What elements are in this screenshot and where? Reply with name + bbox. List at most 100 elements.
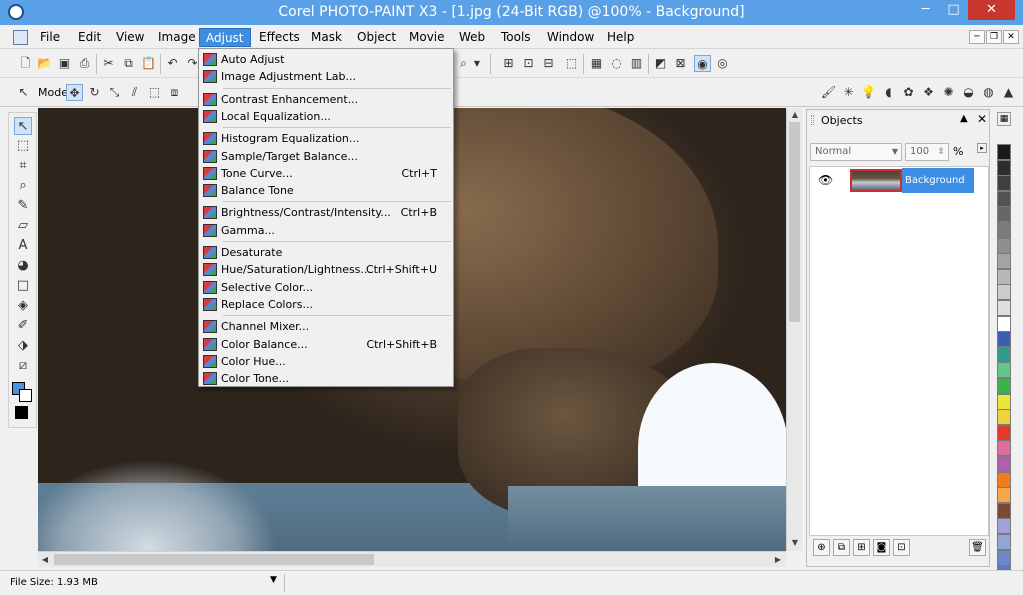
palette-swatch[interactable]	[997, 346, 1011, 363]
docker-flyout-icon[interactable]: ▸	[977, 143, 987, 153]
palette-swatch[interactable]	[997, 362, 1011, 379]
save-icon[interactable]: ▣	[56, 55, 73, 72]
menu-file[interactable]: File	[34, 28, 66, 47]
palette-swatch[interactable]	[997, 331, 1011, 348]
zoom-dropdown-icon[interactable]: ▼	[472, 55, 482, 72]
background-color-swatch[interactable]	[19, 389, 32, 402]
ink-drop-icon[interactable]: ◍	[980, 84, 997, 101]
layer-name[interactable]: Background	[902, 168, 974, 193]
palette-swatch[interactable]	[997, 190, 1011, 207]
menu-window[interactable]: Window	[541, 28, 600, 47]
artistic-icon[interactable]: ✺	[940, 84, 957, 101]
show-marquee-icon[interactable]: ▦	[588, 55, 605, 72]
clone-tool-icon[interactable]: ⧄	[14, 357, 32, 375]
rectangle-tool-icon[interactable]: □	[14, 277, 32, 295]
cut-icon[interactable]: ✂	[100, 55, 117, 72]
paste-icon[interactable]: 📋	[140, 55, 157, 72]
menu-view[interactable]: View	[110, 28, 150, 47]
adjust-menu-item[interactable]: Image Adjustment Lab...	[199, 68, 453, 85]
skew-mode-icon[interactable]: ⫽	[126, 84, 143, 101]
layer-thumbnail[interactable]	[850, 169, 902, 192]
close-button[interactable]: ✕	[968, 0, 1015, 20]
menu-object[interactable]: Object	[351, 28, 402, 47]
palette-swatch[interactable]	[997, 456, 1011, 472]
object-group-icon[interactable]: ⊟	[540, 55, 557, 72]
perspective-mode-icon[interactable]: ⧈	[166, 84, 183, 101]
mask-overlay-icon[interactable]: ◌	[608, 55, 625, 72]
mask-brush-icon[interactable]: ⬚	[563, 55, 580, 72]
vertical-scrollbar[interactable]: ▲ ▼	[786, 108, 802, 551]
palette-swatch[interactable]	[997, 253, 1011, 270]
palette-swatch[interactable]	[997, 175, 1011, 192]
adjust-menu-item[interactable]: Contrast Enhancement...	[199, 91, 453, 108]
text-tool-icon[interactable]: A	[14, 237, 32, 255]
scroll-left-arrow-icon[interactable]: ◀	[38, 553, 52, 567]
palette-swatch[interactable]	[997, 378, 1011, 394]
horizontal-scroll-thumb[interactable]	[54, 554, 374, 565]
adjust-menu-item[interactable]: Local Equalization...	[199, 108, 453, 125]
adjust-menu-item[interactable]: Desaturate	[199, 244, 453, 261]
adjust-menu-item[interactable]: Replace Colors...	[199, 296, 453, 313]
menu-adjust[interactable]: Adjust	[199, 28, 251, 47]
paint-tool-icon[interactable]: ✐	[14, 317, 32, 335]
create-mask-icon[interactable]: ◙	[873, 539, 890, 556]
adjust-menu-item[interactable]: Sample/Target Balance...	[199, 148, 453, 165]
tint-icon[interactable]: ▲	[1000, 84, 1017, 101]
adjust-menu-item[interactable]: Tone Curve... Ctrl+T	[199, 165, 453, 182]
status-dropdown-icon[interactable]: ▼	[270, 575, 277, 585]
docker-grip-icon[interactable]	[811, 115, 814, 125]
palette-swatch[interactable]	[997, 471, 1011, 488]
palette-swatch[interactable]	[997, 409, 1011, 426]
adjust-menu-item[interactable]: Auto Adjust	[199, 51, 453, 68]
lock-object-icon[interactable]: ⊡	[893, 539, 910, 556]
document-icon[interactable]	[13, 30, 28, 45]
maximize-button[interactable]: □	[940, 0, 967, 20]
clip-mask-icon[interactable]: ▥	[628, 55, 645, 72]
pick-tool-icon[interactable]: ↖	[15, 84, 32, 101]
palette-swatch[interactable]	[997, 440, 1011, 457]
rotate-mode-icon[interactable]: ↻	[86, 84, 103, 101]
palette-swatch[interactable]	[997, 549, 1011, 566]
adjust-menu-item[interactable]: Color Hue...	[199, 353, 453, 370]
palette-swatch[interactable]	[997, 393, 1011, 410]
print-icon[interactable]: ⎙	[76, 55, 93, 72]
zoom-tool-icon[interactable]: ⌕	[455, 55, 472, 72]
opacity-input[interactable]: 100 ⇳	[905, 143, 949, 161]
adjust-menu-item[interactable]: Channel Mixer...	[199, 318, 453, 335]
object-picker-icon[interactable]: ◉	[694, 55, 711, 72]
scale-mode-icon[interactable]: ⤡	[106, 84, 123, 101]
palette-swatch[interactable]	[997, 222, 1011, 238]
color-wheel-icon[interactable]: ✿	[900, 84, 917, 101]
copy-icon[interactable]: ⧉	[120, 55, 137, 72]
glasses-icon[interactable]: ◒	[960, 84, 977, 101]
mask-invert-icon[interactable]: ◩	[652, 55, 669, 72]
palette-swatch[interactable]	[997, 502, 1011, 519]
docker-collapse-icon[interactable]: ▲	[960, 113, 968, 124]
new-object-icon[interactable]: ⊕	[813, 539, 830, 556]
open-icon[interactable]: 📂	[36, 55, 53, 72]
fill-tool-icon[interactable]: ◈	[14, 297, 32, 315]
object-align-icon[interactable]: ⊞	[500, 55, 517, 72]
adjust-menu-item[interactable]: Gamma...	[199, 222, 453, 239]
menu-mask[interactable]: Mask	[305, 28, 348, 47]
doc-close-button[interactable]: ✕	[1003, 30, 1019, 44]
menu-web[interactable]: Web	[453, 28, 491, 47]
opacity-spinner-icon[interactable]: ⇳	[937, 144, 945, 160]
brush-effect-icon[interactable]: 🖌	[820, 84, 837, 101]
adjust-menu-item[interactable]: Color Balance... Ctrl+Shift+B	[199, 336, 453, 353]
palette-swatch[interactable]	[997, 237, 1011, 254]
drop-icon[interactable]: ◖	[880, 84, 897, 101]
rectangle-mask-tool-icon[interactable]: ⬚	[14, 137, 32, 155]
new-document-icon[interactable]: 🗋	[17, 55, 34, 72]
menu-edit[interactable]: Edit	[72, 28, 107, 47]
palette-swatch[interactable]	[997, 315, 1011, 332]
image-sprayer-icon[interactable]: ✳	[840, 84, 857, 101]
menu-effects[interactable]: Effects	[253, 28, 306, 47]
adjust-menu-item[interactable]: Color Tone...	[199, 370, 453, 387]
red-eye-tool-icon[interactable]: ◕	[14, 257, 32, 275]
zoom-tool-icon[interactable]: ⌕	[14, 177, 32, 195]
blend-mode-select[interactable]: Normal ▼	[810, 143, 902, 161]
combine-objects-icon[interactable]: ⊞	[853, 539, 870, 556]
doc-minimize-button[interactable]: ─	[969, 30, 985, 44]
menu-tools[interactable]: Tools	[495, 28, 537, 47]
